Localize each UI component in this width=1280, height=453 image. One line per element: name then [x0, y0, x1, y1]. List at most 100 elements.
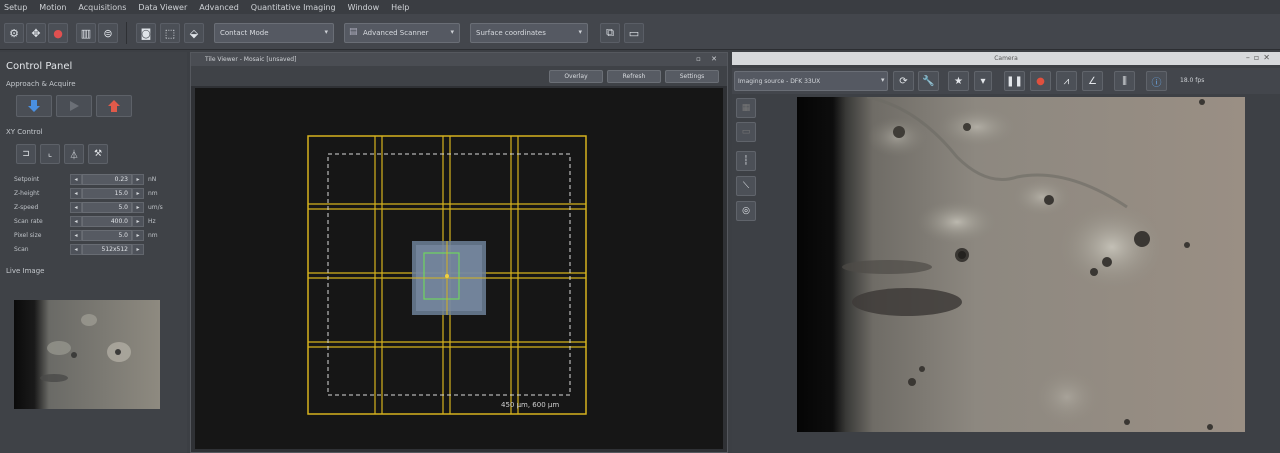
- layout-icon[interactable]: ▥: [76, 23, 96, 43]
- param-unit: nm: [148, 231, 158, 239]
- tip-marker: [445, 274, 449, 278]
- stage-mode-select[interactable]: Contact Mode ▾: [214, 23, 334, 43]
- camera-source-select[interactable]: Imaging source - DFK 33UX ▾: [734, 71, 888, 91]
- star-icon[interactable]: ★: [948, 71, 969, 91]
- tab-refresh[interactable]: Refresh: [607, 70, 661, 83]
- decrement-button[interactable]: ◂: [70, 187, 82, 199]
- param-input[interactable]: 0.23: [82, 173, 132, 185]
- param-label: Z-speed: [14, 203, 39, 211]
- refresh-icon[interactable]: ⟳: [893, 71, 914, 91]
- tab-overlay[interactable]: Overlay: [549, 70, 603, 83]
- live-image-label: Live Image: [6, 267, 45, 275]
- maximize-icon[interactable]: ▫: [1254, 53, 1263, 62]
- coordinate-mode-value: Surface coordinates: [476, 29, 546, 37]
- settings-gear-icon[interactable]: ⚙: [4, 23, 24, 43]
- record-icon[interactable]: ●: [1030, 71, 1051, 91]
- scale-readout: 450 µm, 600 µm: [501, 401, 560, 409]
- tile-canvas[interactable]: 450 µm, 600 µm: [195, 88, 723, 449]
- move-arrows-icon[interactable]: ✥: [26, 23, 46, 43]
- param-input[interactable]: 15.0: [82, 187, 132, 199]
- play-icon: [70, 101, 79, 111]
- increment-button[interactable]: ▸: [132, 201, 144, 213]
- increment-button[interactable]: ▸: [132, 173, 144, 185]
- xy-tip-button[interactable]: ⏃: [64, 144, 84, 164]
- scan-mode-select[interactable]: ▤ Advanced Scanner ▾: [344, 23, 460, 43]
- dropdown-arrow-icon[interactable]: ▾: [974, 71, 992, 91]
- start-scan-button[interactable]: [56, 95, 92, 117]
- xy-section-label: XY Control: [6, 128, 43, 136]
- camera-window: Camera –▫✕ Imaging source - DFK 33UX ▾ ⟳…: [732, 52, 1280, 453]
- camera-toolbar: Imaging source - DFK 33UX ▾ ⟳ 🔧 ★ ▾ ❚❚ ●…: [732, 68, 1280, 94]
- increment-button[interactable]: ▸: [132, 243, 144, 255]
- decrement-button[interactable]: ◂: [70, 229, 82, 241]
- menu-acquisitions[interactable]: Acquisitions: [78, 3, 126, 12]
- increment-button[interactable]: ▸: [132, 215, 144, 227]
- angle-measure-icon[interactable]: ∠: [1082, 71, 1103, 91]
- camera-titlebar[interactable]: Camera –▫✕: [732, 52, 1280, 65]
- vertical-line-icon[interactable]: ┆: [736, 151, 756, 171]
- measure-line-icon[interactable]: ⟍: [736, 176, 756, 196]
- param-row: Setpoint ◂ 0.23 ▸ nN: [14, 173, 174, 185]
- zoom-fit-icon[interactable]: ▭: [736, 122, 756, 142]
- tab-settings[interactable]: Settings: [665, 70, 719, 83]
- sidebar-window-icon[interactable]: ▭: [624, 23, 644, 43]
- bracket-icon: ⊐: [22, 149, 30, 159]
- increment-button[interactable]: ▸: [132, 187, 144, 199]
- param-input[interactable]: 400.0: [82, 215, 132, 227]
- hammer-icon: ⚒: [93, 149, 103, 159]
- tool-tip-icon[interactable]: ⬚: [160, 23, 180, 43]
- decrement-button[interactable]: ◂: [70, 201, 82, 213]
- param-input[interactable]: 5.0: [82, 229, 132, 241]
- approach-section-label: Approach & Acquire: [6, 80, 76, 88]
- menu-data-viewer[interactable]: Data Viewer: [138, 3, 187, 12]
- param-input[interactable]: 512x512: [82, 243, 132, 255]
- decrement-button[interactable]: ◂: [70, 173, 82, 185]
- coordinate-mode-select[interactable]: Surface coordinates ▾: [470, 23, 588, 43]
- xy-tool-button[interactable]: ⚒: [88, 144, 108, 164]
- increment-button[interactable]: ▸: [132, 229, 144, 241]
- info-icon[interactable]: ⓘ: [1146, 71, 1167, 91]
- xy-home-button[interactable]: ⊐: [16, 144, 36, 164]
- decrement-button[interactable]: ◂: [70, 243, 82, 255]
- decrement-button[interactable]: ◂: [70, 215, 82, 227]
- retract-up-button[interactable]: [96, 95, 132, 117]
- sync-icon[interactable]: ⊜: [98, 23, 118, 43]
- arrow-up-icon: [108, 100, 120, 112]
- pause-icon[interactable]: ❚❚: [1004, 71, 1025, 91]
- circle-measure-icon[interactable]: ◎: [736, 201, 756, 221]
- menu-help[interactable]: Help: [391, 3, 409, 12]
- tile-viewer-title: Tile Viewer - Mosaic [unsaved]: [205, 56, 297, 63]
- camera-live-view[interactable]: [797, 97, 1245, 432]
- minimize-icon[interactable]: –: [1246, 53, 1254, 62]
- close-icon[interactable]: ✕: [711, 55, 721, 63]
- restore-icon[interactable]: ▫: [696, 55, 705, 63]
- histogram-icon[interactable]: ⩘: [1056, 71, 1077, 91]
- ruler-icon[interactable]: ⫼: [1114, 71, 1135, 91]
- control-panel: Control Panel Approach & Acquire XY Cont…: [0, 52, 187, 453]
- camera-snapshot-icon[interactable]: ◙: [136, 23, 156, 43]
- tool-probe-icon[interactable]: ⬙: [184, 23, 204, 43]
- chevron-down-icon: ▾: [450, 28, 454, 36]
- select-rect-icon[interactable]: ▦: [736, 98, 756, 118]
- live-image-thumbnail[interactable]: [14, 300, 160, 409]
- window-controls: ▫ ✕: [696, 55, 721, 63]
- xy-corner-button[interactable]: ⌞: [40, 144, 60, 164]
- param-input[interactable]: 5.0: [82, 201, 132, 213]
- scan-mode-value: Advanced Scanner: [363, 29, 429, 37]
- menu-window[interactable]: Window: [348, 3, 380, 12]
- tile-viewer-titlebar[interactable]: Tile Viewer - Mosaic [unsaved] ▫ ✕: [191, 53, 727, 66]
- menu-quantitative-imaging[interactable]: Quantitative Imaging: [251, 3, 336, 12]
- menu-setup[interactable]: Setup: [4, 3, 27, 12]
- menu-bar: Setup Motion Acquisitions Data Viewer Ad…: [0, 0, 1280, 14]
- menu-advanced[interactable]: Advanced: [199, 3, 239, 12]
- wrench-icon[interactable]: 🔧: [918, 71, 939, 91]
- camera-source-value: Imaging source - DFK 33UX: [738, 77, 821, 85]
- toolbar-divider: [126, 22, 127, 44]
- record-dot-icon[interactable]: ●: [48, 23, 68, 43]
- approach-down-button[interactable]: [16, 95, 52, 117]
- overview-window-icon[interactable]: ⧉: [600, 23, 620, 43]
- camera-title: Camera: [994, 55, 1018, 62]
- tile-viewer-tabbar: Overlay Refresh Settings: [191, 66, 727, 86]
- menu-motion[interactable]: Motion: [39, 3, 66, 12]
- close-icon[interactable]: ✕: [1263, 53, 1274, 62]
